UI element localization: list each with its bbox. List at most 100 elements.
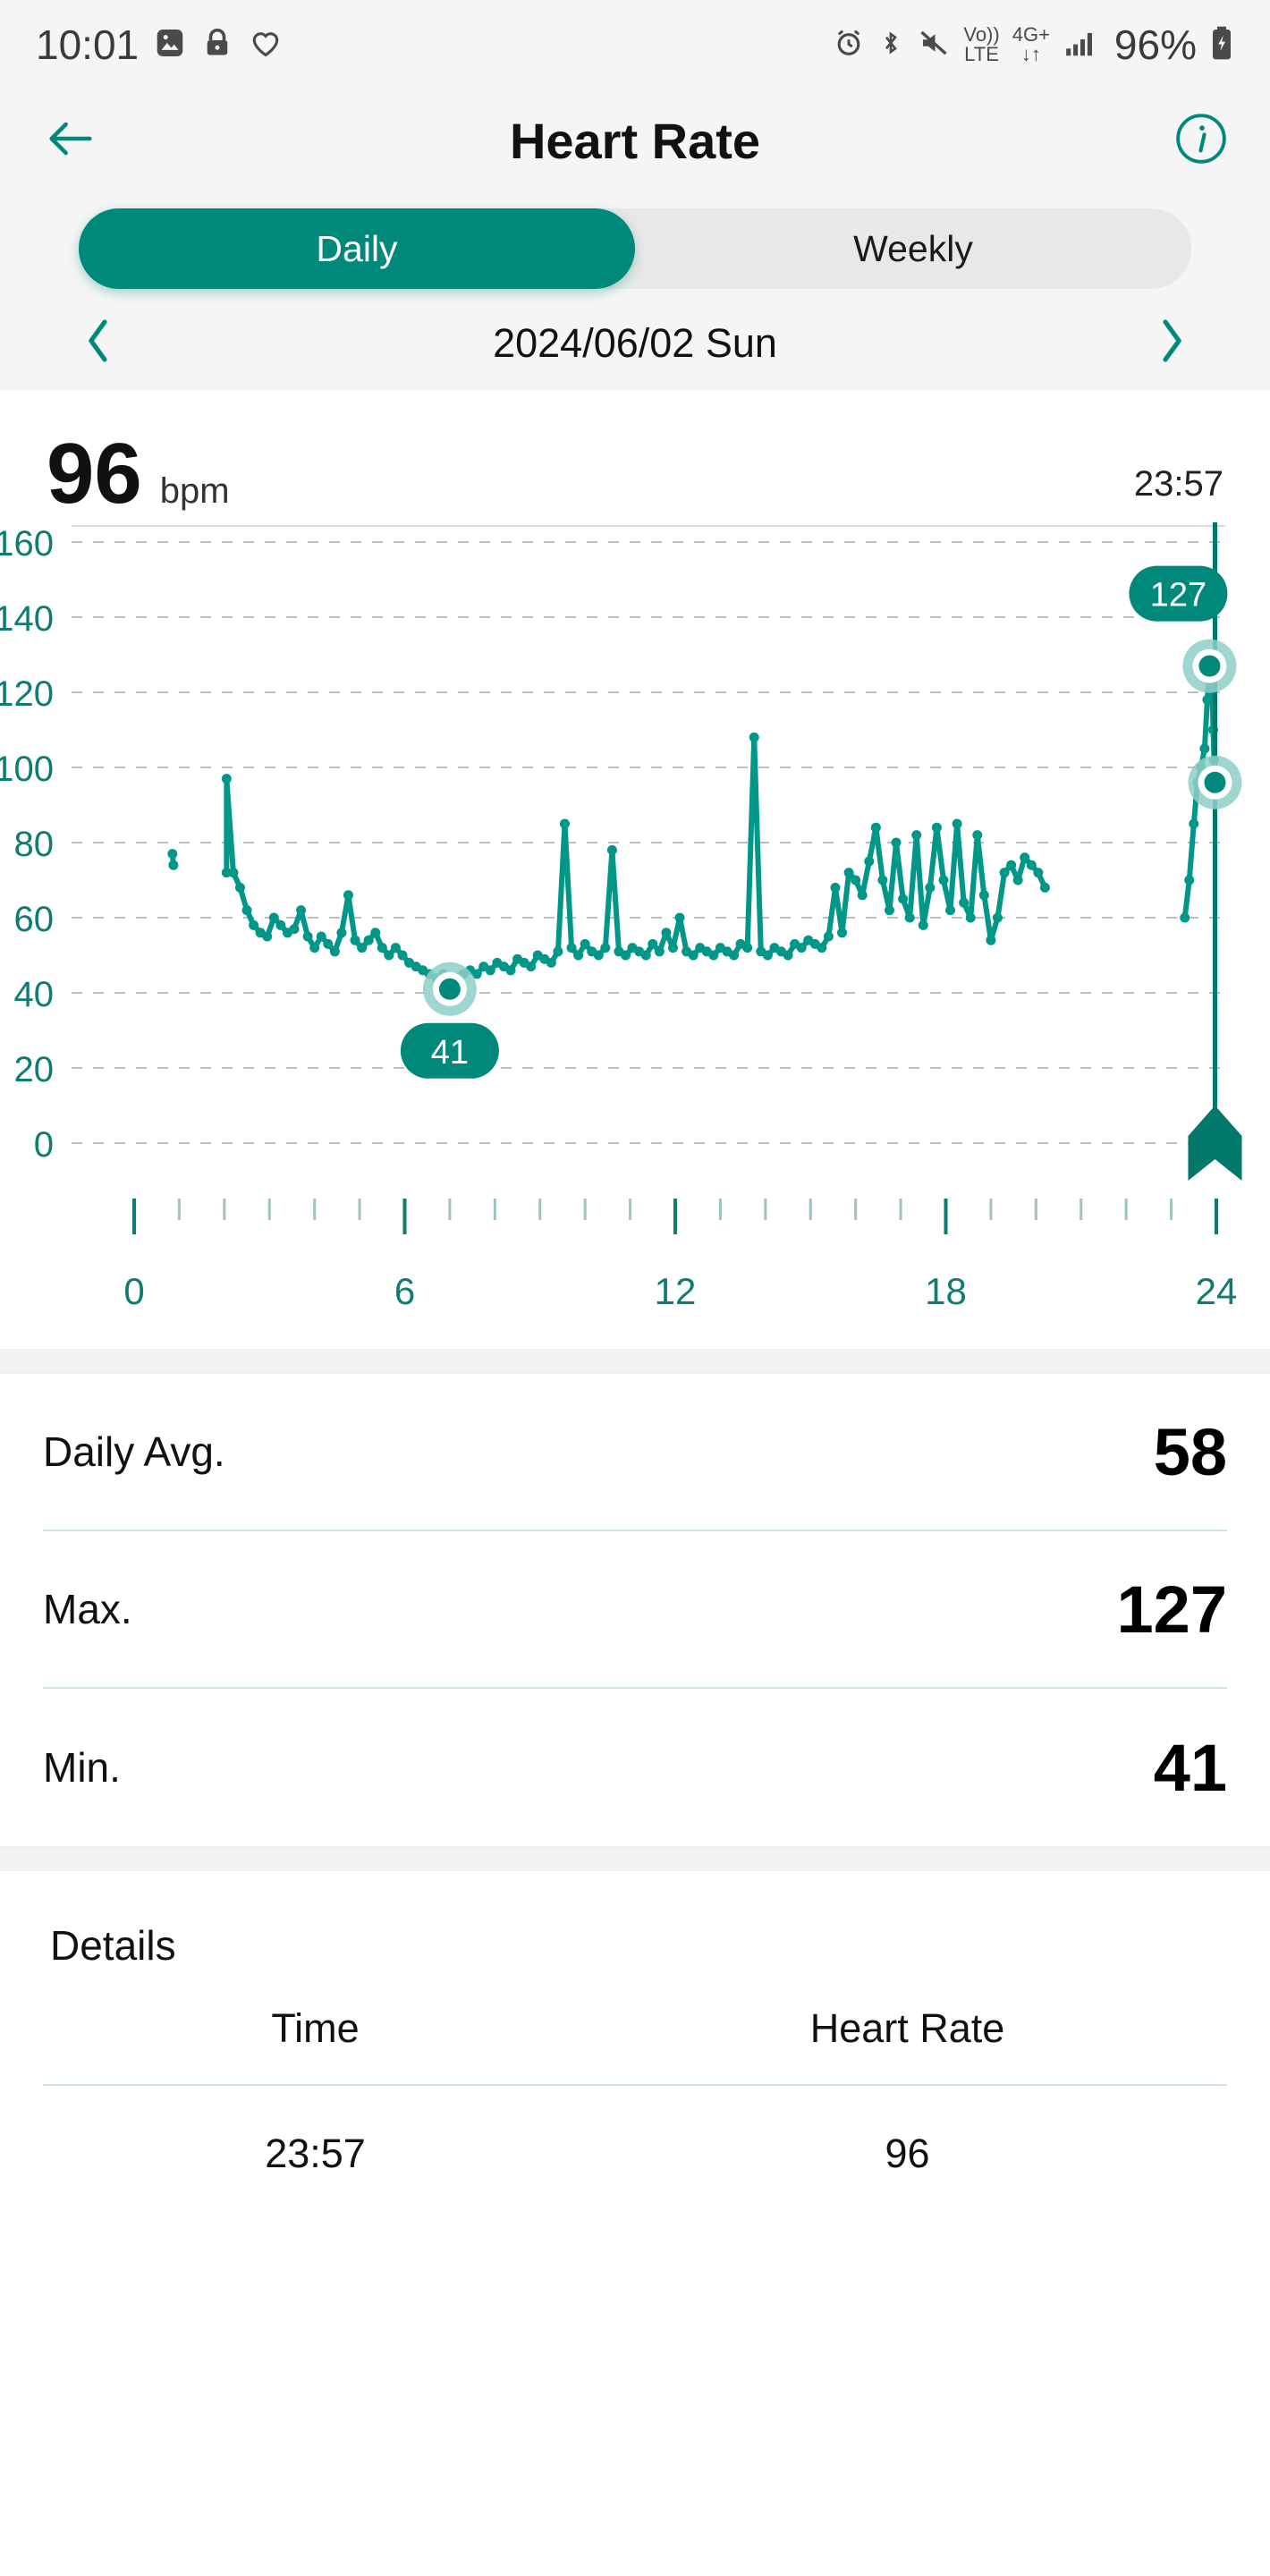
series-point xyxy=(343,890,353,901)
signal-bars-icon xyxy=(1063,26,1098,64)
series-point xyxy=(485,965,495,976)
status-bar-clock: 10:01 xyxy=(36,21,140,68)
marker-dot xyxy=(1198,655,1221,677)
stat-value: 41 xyxy=(1153,1730,1227,1805)
series-point xyxy=(390,943,401,953)
status-bar-left: 10:01 xyxy=(36,21,284,69)
series-point xyxy=(526,962,537,972)
series-point xyxy=(370,928,381,938)
series-point xyxy=(336,928,347,938)
y-tick-label: 140 xyxy=(0,599,54,639)
series-point xyxy=(708,950,719,961)
series-point xyxy=(580,938,590,949)
series-point xyxy=(384,950,394,961)
details-cell-time: 23:57 xyxy=(265,2131,366,2176)
series-point xyxy=(329,946,340,957)
series-point xyxy=(350,935,360,945)
app-header: Heart Rate xyxy=(0,89,1270,192)
series-point xyxy=(167,849,178,860)
stat-value: 58 xyxy=(1153,1414,1227,1489)
series-point xyxy=(221,774,232,784)
current-date-label: 2024/06/02 Sun xyxy=(493,319,777,366)
next-day-button[interactable] xyxy=(1145,316,1198,370)
series-point xyxy=(275,919,286,930)
y-tick-label: 60 xyxy=(14,900,55,939)
back-button[interactable] xyxy=(38,108,104,174)
series-point xyxy=(843,868,854,878)
series-point xyxy=(992,912,1003,923)
y-tick-label: 120 xyxy=(0,674,54,714)
status-bar: 10:01 Vo)) LTE 4G+ ↓↑ 96% xyxy=(0,0,1270,89)
series-point xyxy=(904,912,915,923)
series-point xyxy=(830,882,841,893)
heart-rate-chart[interactable]: 0 20 40 60 80 100 120 140 160 0 6 12 18 24 127 41 xyxy=(0,517,1270,1349)
series-point xyxy=(1039,882,1050,893)
alarm-icon xyxy=(833,27,865,64)
series-point xyxy=(999,868,1010,878)
series-point xyxy=(640,950,651,961)
details-table-header: Time Heart Rate xyxy=(43,2005,1227,2086)
stat-row-min: Min. 41 xyxy=(43,1689,1227,1846)
series-point xyxy=(357,943,368,953)
info-button[interactable] xyxy=(1170,110,1232,173)
series-point xyxy=(762,950,773,961)
page-title: Heart Rate xyxy=(509,113,761,169)
series-point xyxy=(559,818,570,829)
series-point xyxy=(959,897,969,908)
series-point xyxy=(316,931,326,942)
info-icon xyxy=(1173,111,1229,171)
series-point xyxy=(397,950,408,961)
network-4gplus-icon: 4G+ ↓↑ xyxy=(1012,23,1050,65)
y-tick-label: 0 xyxy=(34,1125,54,1165)
series-point xyxy=(289,924,300,935)
details-cell-heart-rate: 96 xyxy=(885,2131,930,2176)
series-point xyxy=(1199,743,1210,754)
lock-icon xyxy=(201,26,233,64)
series-point xyxy=(952,818,962,829)
series-point xyxy=(931,822,942,833)
status-bar-right: Vo)) LTE 4G+ ↓↑ 96% xyxy=(833,21,1234,69)
series-point xyxy=(654,946,665,957)
series-point xyxy=(667,943,678,953)
series-point xyxy=(1006,860,1017,870)
stat-row-daily-avg: Daily Avg. 58 xyxy=(43,1374,1227,1531)
series-point xyxy=(234,882,245,893)
series-point xyxy=(573,950,584,961)
series-point xyxy=(796,943,807,953)
series-point xyxy=(783,950,793,961)
x-tick-label: 6 xyxy=(394,1270,415,1312)
y-tick-label: 40 xyxy=(14,975,55,1014)
marker-dot xyxy=(1204,771,1226,793)
latest-bpm-unit: bpm xyxy=(159,471,230,511)
heart-rate-chart-svg[interactable]: 0 20 40 60 80 100 120 140 160 0 6 12 18 24 127 41 xyxy=(0,517,1270,1349)
bluetooth-icon xyxy=(877,27,904,64)
series-point xyxy=(296,905,307,916)
series-point xyxy=(1033,868,1044,878)
series-point xyxy=(1026,860,1037,870)
series-point xyxy=(1202,694,1213,705)
series-point xyxy=(688,950,698,961)
tab-weekly[interactable]: Weekly xyxy=(635,208,1191,289)
series-point xyxy=(262,931,273,942)
series-point xyxy=(621,950,631,961)
heart-icon xyxy=(248,26,284,64)
tab-daily[interactable]: Daily xyxy=(79,208,635,289)
prev-day-button[interactable] xyxy=(72,316,125,370)
table-row[interactable]: 23:57 96 xyxy=(43,2086,1227,2177)
series-point xyxy=(870,822,881,833)
series-point xyxy=(323,938,334,949)
marker-dot xyxy=(438,978,461,1000)
series-point xyxy=(1184,875,1195,886)
series-point xyxy=(945,905,956,916)
series-point xyxy=(925,882,936,893)
period-tabs: Daily Weekly xyxy=(79,208,1191,289)
section-divider-band-2 xyxy=(0,1846,1270,1871)
series-point xyxy=(898,894,909,904)
stat-value: 127 xyxy=(1116,1572,1227,1647)
series-point xyxy=(972,830,983,841)
stats-section: Daily Avg. 58 Max. 127 Min. 41 xyxy=(0,1374,1270,1846)
series-point xyxy=(891,837,902,848)
series-point xyxy=(309,943,320,953)
section-divider-band xyxy=(0,1349,1270,1374)
series-point xyxy=(817,943,827,953)
